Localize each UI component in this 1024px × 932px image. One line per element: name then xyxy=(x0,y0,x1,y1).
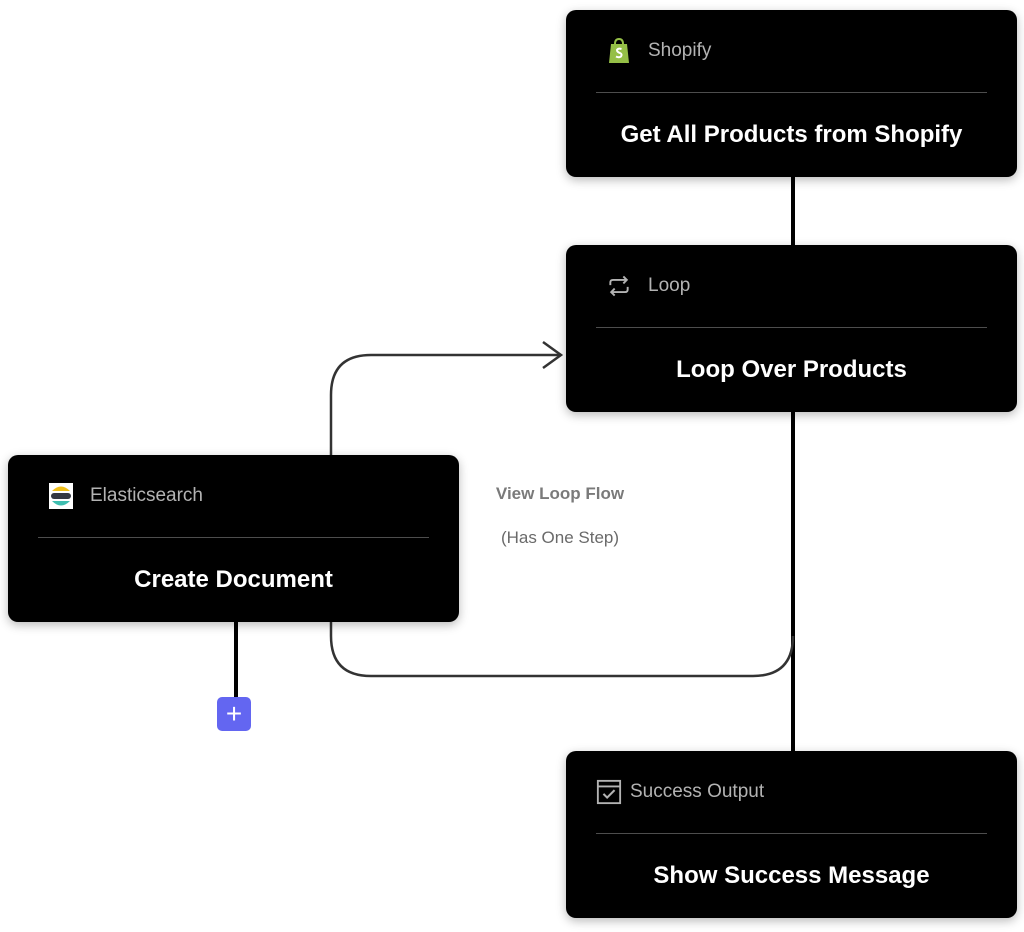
shopify-step-title: Get All Products from Shopify xyxy=(620,121,963,148)
loop-step-header: Loop xyxy=(596,245,987,328)
shopify-step-card[interactable]: Shopify Get All Products from Shopify xyxy=(566,10,1017,177)
plus-icon: + xyxy=(225,698,243,729)
view-loop-flow-link[interactable]: View Loop Flow xyxy=(470,484,650,504)
checkbox-icon xyxy=(596,779,622,805)
add-step-button[interactable]: + xyxy=(217,697,251,731)
elasticsearch-step-header: Elasticsearch xyxy=(38,455,429,538)
loop-flow-step-count: (Has One Step) xyxy=(500,528,620,547)
loop-flow-path xyxy=(329,353,560,455)
success-step-title: Show Success Message xyxy=(653,862,930,889)
shopify-step-header: Shopify xyxy=(596,10,987,93)
success-step-header: Success Output xyxy=(596,751,987,834)
shopify-bag-icon xyxy=(606,37,632,64)
shopify-service-label: Shopify xyxy=(648,40,712,61)
elasticsearch-logo-icon xyxy=(48,483,74,509)
loop-arrows-icon xyxy=(606,273,632,299)
loop-service-label: Loop xyxy=(648,275,691,296)
loop-step-card[interactable]: Loop Loop Over Products xyxy=(566,245,1017,412)
success-service-label: Success Output xyxy=(630,781,765,802)
loop-step-title: Loop Over Products xyxy=(676,356,907,383)
elasticsearch-service-label: Elasticsearch xyxy=(90,485,203,506)
loop-return-path xyxy=(329,622,795,678)
success-step-card[interactable]: Success Output Show Success Message xyxy=(566,751,1017,918)
elasticsearch-step-card[interactable]: Elasticsearch Create Document xyxy=(8,455,459,622)
elasticsearch-step-title: Create Document xyxy=(134,566,333,593)
